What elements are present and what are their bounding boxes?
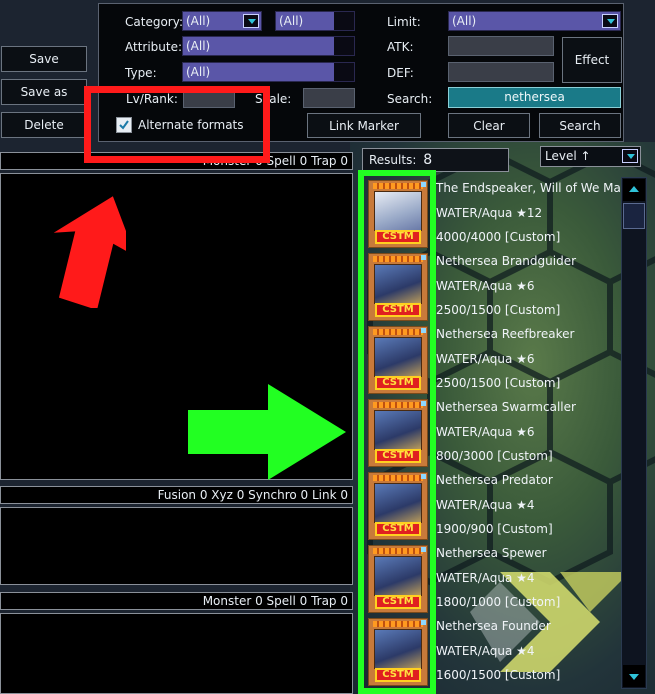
scroll-up-button[interactable] — [623, 179, 645, 201]
result-stats: 1600/1500 [Custom] — [436, 668, 561, 682]
result-stats: 2500/1500 [Custom] — [436, 303, 561, 317]
chevron-down-icon[interactable] — [622, 149, 638, 163]
save-button[interactable]: Save — [1, 46, 87, 72]
result-stats: 1800/1000 [Custom] — [436, 595, 561, 609]
attribute-select[interactable]: (All) — [182, 36, 355, 56]
search-label: Search: — [387, 92, 433, 106]
result-name[interactable]: Nethersea Reefbreaker — [436, 327, 574, 341]
side-deck-counts: Monster 0 Spell 0 Trap 0 — [0, 592, 353, 610]
result-name[interactable]: Nethersea Predator — [436, 473, 553, 487]
clear-button[interactable]: Clear — [448, 113, 530, 138]
result-type: WATER/Aqua ★6 — [436, 424, 535, 439]
chevron-down-icon[interactable] — [243, 14, 259, 28]
scale-input[interactable] — [303, 88, 355, 108]
link-marker-button[interactable]: Link Marker — [307, 113, 421, 138]
extra-deck-area[interactable] — [0, 507, 353, 585]
sort-value: Level ↑ — [545, 149, 591, 163]
result-stats: 4000/4000 [Custom] — [436, 230, 561, 244]
result-type: WATER/Aqua ★4 — [436, 570, 535, 585]
result-stats: 2500/1500 [Custom] — [436, 376, 561, 390]
delete-button[interactable]: Delete — [1, 112, 87, 138]
def-label: DEF: — [387, 66, 414, 80]
result-name[interactable]: Nethersea Founder — [436, 619, 551, 633]
chevron-down-icon[interactable] — [602, 14, 618, 28]
arrow-red-icon — [53, 196, 126, 308]
type-value: (All) — [186, 65, 211, 79]
arrow-up-icon — [629, 186, 639, 192]
type-select[interactable]: (All) — [182, 62, 355, 82]
result-name[interactable]: Nethersea Spewer — [436, 546, 547, 560]
results-label: Results: — [369, 153, 417, 167]
result-type: WATER/Aqua ★6 — [436, 351, 535, 366]
highlight-box-red — [84, 86, 270, 163]
results-count: 8 — [423, 152, 433, 168]
result-stats: 1900/900 [Custom] — [436, 522, 553, 536]
category-sub-value: (All) — [279, 14, 304, 28]
arrow-down-icon — [629, 674, 639, 680]
attribute-value: (All) — [186, 39, 211, 53]
scroll-thumb[interactable] — [623, 203, 645, 229]
atk-input[interactable] — [448, 36, 554, 56]
side-deck-area[interactable] — [0, 613, 353, 694]
result-name[interactable]: Nethersea Swarmcaller — [436, 400, 576, 414]
save-as-button[interactable]: Save as — [1, 79, 87, 105]
category-value: (All) — [186, 14, 211, 28]
result-name[interactable]: The Endspeaker, Will of We Many — [436, 181, 636, 195]
def-input[interactable] — [448, 62, 554, 82]
highlight-box-green — [358, 170, 436, 694]
result-type: WATER/Aqua ★6 — [436, 278, 535, 293]
limit-value: (All) — [452, 14, 477, 28]
extra-deck-counts: Fusion 0 Xyz 0 Synchro 0 Link 0 — [0, 486, 353, 504]
limit-label: Limit: — [387, 15, 421, 29]
scroll-down-button[interactable] — [623, 665, 645, 687]
search-button[interactable]: Search — [539, 113, 621, 138]
type-label: Type: — [125, 66, 157, 80]
search-input[interactable]: nethersea — [448, 87, 621, 108]
result-type: WATER/Aqua ★4 — [436, 643, 535, 658]
category-select[interactable]: (All) — [182, 11, 262, 31]
result-stats: 800/3000 [Custom] — [436, 449, 553, 463]
category-sub-select[interactable]: (All) — [275, 11, 355, 31]
result-name[interactable]: Nethersea Brandguider — [436, 254, 576, 268]
attribute-label: Attribute: — [125, 40, 183, 54]
results-scrollbar[interactable] — [621, 177, 647, 689]
limit-select[interactable]: (All) — [448, 11, 621, 31]
arrow-green-icon — [188, 384, 346, 480]
atk-label: ATK: — [387, 40, 414, 54]
results-header: Results: 8 — [362, 148, 509, 172]
result-type: WATER/Aqua ★4 — [436, 497, 535, 512]
category-label: Category: — [125, 15, 183, 29]
result-type: WATER/Aqua ★12 — [436, 205, 543, 220]
sort-select[interactable]: Level ↑ — [540, 146, 641, 167]
effect-button[interactable]: Effect — [562, 37, 622, 83]
